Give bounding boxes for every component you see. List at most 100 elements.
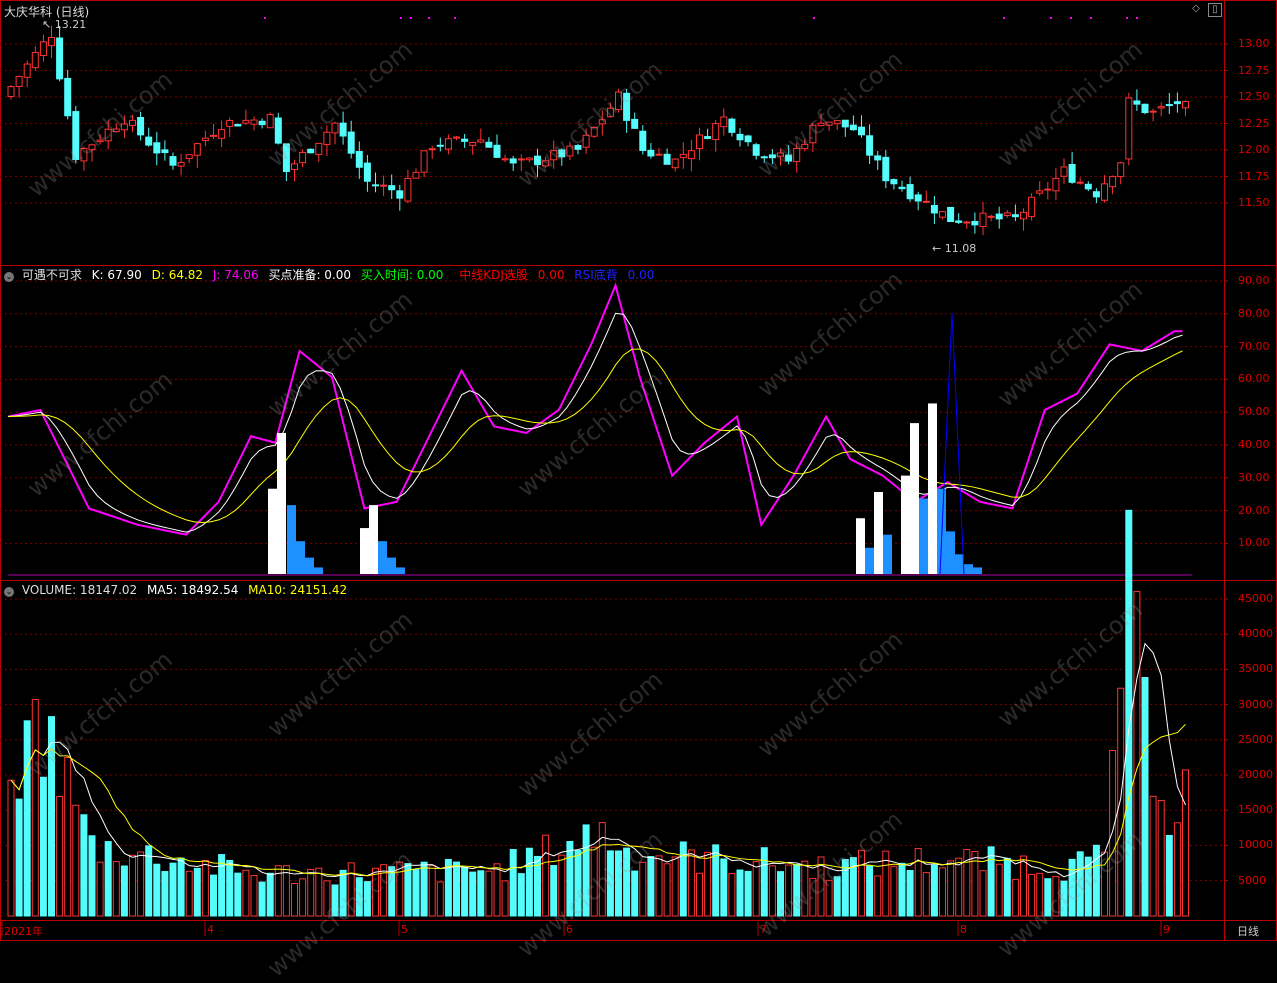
signal-bar — [946, 531, 955, 574]
volume-bar — [412, 869, 420, 917]
candle-body — [574, 145, 582, 150]
candle-body — [623, 92, 631, 121]
candle-body — [906, 184, 914, 200]
candle-body — [23, 63, 31, 78]
diamond-icon[interactable]: ◇ — [1190, 3, 1202, 15]
candle-body — [201, 137, 209, 141]
kdj-tick: 70.00 — [1238, 339, 1270, 353]
candle-body — [671, 158, 679, 169]
window-toggle-icon[interactable]: ▯ — [1208, 3, 1222, 17]
volume-bar — [914, 848, 922, 917]
candle-body — [1028, 196, 1036, 218]
candle-body — [785, 154, 793, 162]
volume-bar — [744, 870, 752, 917]
volume-bar — [404, 863, 412, 917]
volume-bar — [493, 863, 501, 917]
signal-dot — [428, 17, 430, 19]
ma5-value: MA5: 18492.54 — [147, 583, 239, 597]
candle-body — [922, 200, 930, 203]
volume-bar — [525, 847, 533, 917]
volume-bar — [606, 850, 614, 917]
candle-body — [639, 130, 647, 151]
candle-body — [1101, 183, 1108, 201]
volume-bar — [258, 881, 266, 917]
candle-body — [752, 144, 760, 156]
candle-body — [48, 37, 55, 47]
collapse-icon[interactable]: ⌄ — [4, 587, 14, 597]
volume-bar — [720, 858, 728, 917]
volume-bar — [56, 795, 64, 917]
candle-body — [242, 119, 250, 124]
volume-bar — [793, 863, 801, 917]
candle-body — [380, 184, 388, 187]
volume-bar — [809, 877, 817, 917]
candle-body — [825, 121, 833, 126]
kdj-tick: 60.00 — [1238, 372, 1270, 386]
candle-body — [768, 154, 776, 159]
candle-body — [777, 152, 784, 157]
candle-body — [736, 133, 744, 141]
volume-bar — [858, 849, 865, 917]
candle-body — [428, 148, 436, 151]
candle-body — [169, 156, 177, 166]
volume-bar — [104, 841, 112, 917]
signal-bar — [378, 541, 387, 574]
volume-bar — [1068, 858, 1076, 917]
kdj-tick: 30.00 — [1238, 470, 1270, 484]
volume-bar — [1141, 677, 1149, 917]
volume-bar — [88, 835, 96, 917]
candle-body — [266, 114, 274, 129]
candle-body — [444, 138, 452, 150]
period-label[interactable]: 日线 — [1237, 923, 1259, 939]
price-tick: 11.75 — [1238, 169, 1270, 183]
candle-body — [914, 194, 922, 202]
volume-bar — [1165, 834, 1173, 917]
candle-body — [1182, 101, 1189, 109]
signal-dot — [813, 17, 815, 19]
candle-body — [258, 120, 266, 126]
volume-bar — [347, 862, 355, 917]
volume-bar — [574, 849, 582, 917]
mid-kdj-label: 中线KDJ选股 — [459, 268, 528, 282]
volume-tick: 25000 — [1238, 732, 1273, 746]
candle-body — [161, 149, 169, 154]
volume-tick: 10000 — [1238, 838, 1273, 852]
candle-body — [31, 52, 39, 69]
volume-bar — [639, 861, 647, 917]
stock-chart[interactable] — [0, 0, 1277, 941]
candle-body — [939, 211, 946, 218]
collapse-icon[interactable]: ⌄ — [4, 272, 14, 282]
k-value: K: 67.90 — [91, 268, 142, 282]
volume-bar — [23, 720, 31, 917]
signal-bar — [387, 557, 396, 574]
candle-body — [542, 160, 550, 167]
candle-body — [193, 143, 201, 156]
candle-body — [104, 128, 112, 142]
volume-tick: 40000 — [1238, 627, 1273, 641]
signal-dot — [264, 17, 266, 19]
candle-body — [120, 123, 128, 131]
candle-body — [704, 136, 712, 139]
volume-bar — [598, 822, 606, 917]
candle-body — [485, 141, 493, 148]
volume-bar — [485, 870, 493, 917]
volume-bar — [169, 862, 177, 917]
volume-bar — [250, 875, 258, 917]
volume-bar — [396, 861, 404, 917]
signal-dot — [400, 17, 402, 19]
date-tick: 4 — [207, 923, 214, 936]
volume-bar — [307, 868, 315, 917]
volume-bar — [785, 864, 793, 917]
volume-bar — [704, 851, 712, 917]
candle-body — [882, 156, 890, 182]
signal-dot — [410, 17, 412, 19]
j-value: J: 74.06 — [212, 268, 259, 282]
volume-bar — [120, 865, 128, 917]
candle-body — [517, 158, 525, 161]
candle-body — [631, 118, 639, 129]
candle-body — [963, 221, 971, 224]
volume-bar — [137, 851, 145, 917]
volume-bar — [1092, 844, 1100, 917]
candle-body — [145, 136, 153, 146]
volume-bar — [469, 871, 477, 917]
